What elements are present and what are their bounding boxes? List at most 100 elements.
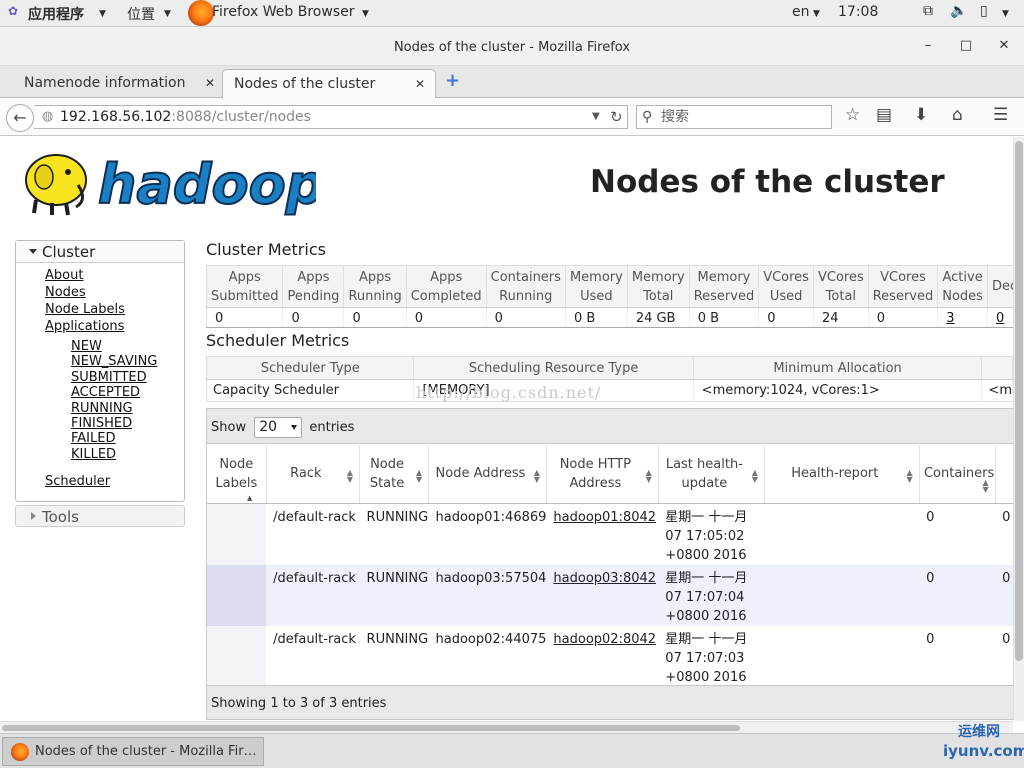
cell-health [764, 626, 919, 687]
menu-icon[interactable]: ☰ [993, 105, 1008, 125]
places-menu[interactable]: 位置 [127, 4, 155, 24]
dropdown-arrow-icon[interactable]: ▼ [592, 106, 600, 128]
taskbar-item-label: Nodes of the cluster - Mozilla Fir… [35, 744, 257, 759]
cell-next: 0 [995, 564, 1013, 626]
sidebar-link-failed[interactable]: FAILED [71, 431, 115, 446]
taskbar-window-item[interactable]: Nodes of the cluster - Mozilla Fir… [2, 737, 264, 766]
sidebar-cluster-header[interactable]: Cluster [16, 241, 184, 263]
browser-app-menu[interactable]: Firefox Web Browser [212, 4, 355, 20]
sidebar-link-finished[interactable]: FINISHED [71, 416, 132, 431]
sidebar-link-node-labels[interactable]: Node Labels [45, 302, 125, 317]
entries-per-page-select[interactable]: 20 [254, 417, 303, 438]
language-indicator[interactable]: en [792, 4, 810, 20]
metric-header: Active Nodes [937, 265, 988, 308]
col-rack[interactable]: Rack ▲ ▼ [266, 445, 361, 504]
sidebar-link-new[interactable]: NEW [71, 339, 102, 354]
vertical-scrollbar[interactable] [1013, 137, 1024, 721]
col-next[interactable] [995, 445, 1013, 504]
sidebar-link-applications[interactable]: Applications [45, 319, 124, 334]
url-path: :8088/cluster/nodes [171, 109, 311, 125]
bookmark-star-icon[interactable]: ☆ [845, 105, 860, 125]
hadoop-logo-image: hadoop [25, 152, 325, 217]
maximize-button[interactable]: □ [958, 38, 974, 53]
cell-node-labels [207, 625, 267, 687]
sidebar-link-killed[interactable]: KILLED [71, 447, 116, 462]
scheduler-metrics-table: Scheduler Type Scheduling Resource Type … [206, 356, 1013, 402]
sidebar-link-nodes[interactable]: Nodes [45, 285, 86, 300]
metric-value: 24 GB [627, 307, 690, 328]
volume-icon[interactable]: 🔈 [950, 3, 967, 19]
col-node-http-address[interactable]: Node HTTP Address ▲ ▼ [546, 445, 659, 504]
sort-icon: ▲ ▼ [645, 468, 652, 484]
tab-bar: Namenode information ✕ Nodes of the clus… [0, 66, 1024, 99]
sidebar-link-about[interactable]: About [45, 268, 83, 283]
cell-next: 0 [1002, 631, 1011, 647]
bookmarks-menu-icon[interactable]: ▤ [876, 105, 892, 125]
sidebar-link-accepted[interactable]: ACCEPTED [71, 385, 140, 400]
new-tab-button[interactable]: + [445, 70, 460, 91]
activities-icon[interactable]: ✿ [8, 4, 18, 18]
col-health-report[interactable]: Health-report ▲ ▼ [764, 445, 920, 504]
url-bar[interactable]: 192.168.56.102:8088/cluster/nodes ◍ ▼ ↻ [34, 105, 628, 129]
decommissioned-nodes-link[interactable]: 0 [996, 311, 1004, 326]
sidebar-link-running[interactable]: RUNNING [71, 401, 133, 416]
cell-node-labels [207, 564, 267, 626]
cell-http: hadoop03:8042 [546, 564, 659, 626]
tab-nodes-of-the-cluster[interactable]: Nodes of the cluster ✕ [222, 69, 436, 99]
chevron-down-icon: ▼ [813, 9, 820, 19]
metric-value-cell: 0 [987, 307, 1013, 328]
close-tab-icon[interactable]: ✕ [205, 76, 215, 90]
hadoop-logo[interactable]: hadoop [16, 145, 325, 217]
vertical-scroll-thumb[interactable] [1015, 141, 1023, 661]
node-http-link[interactable]: hadoop02:8042 [553, 632, 656, 647]
node-http-link[interactable]: hadoop01:8042 [553, 510, 656, 525]
horizontal-scroll-thumb[interactable] [2, 725, 740, 731]
sidebar-link-new-saving[interactable]: NEW_SAVING [71, 354, 157, 369]
active-nodes-link[interactable]: 3 [946, 311, 954, 326]
col-last-health-update[interactable]: Last health-update ▲ ▼ [658, 445, 765, 504]
close-button[interactable]: ✕ [996, 38, 1012, 53]
battery-icon[interactable]: ▯ [980, 3, 988, 19]
table-row: /default-rack RUNNING hadoop01:46869 had… [207, 503, 1013, 565]
node-http-link[interactable]: hadoop03:8042 [553, 571, 656, 586]
home-icon[interactable]: ⌂ [952, 105, 963, 125]
search-input[interactable]: ⚲ 搜索 [636, 105, 832, 129]
close-tab-icon[interactable]: ✕ [415, 77, 425, 91]
scheduler-metrics-heading: Scheduler Metrics [206, 331, 350, 350]
page-title: Nodes of the cluster [590, 164, 945, 200]
entries-per-page-value: 20 [259, 419, 278, 435]
cell-address: hadoop03:57504 [428, 564, 547, 626]
tab-label: Nodes of the cluster [234, 76, 376, 92]
tab-namenode-information[interactable]: Namenode information ✕ [2, 69, 220, 99]
cell-update: 星期一 十一月 07 17:07:04 +0800 2016 [658, 564, 765, 626]
chevron-down-icon[interactable]: ▼ [1002, 9, 1009, 19]
svg-text:hadoop: hadoop [98, 153, 316, 216]
col-node-state[interactable]: Node State ▲ ▼ [359, 445, 430, 504]
download-icon[interactable]: ⬇ [914, 105, 928, 125]
window-icon[interactable]: ⧉ [923, 3, 933, 19]
metric-value: 24 [813, 307, 869, 328]
sort-icon: ▲ ▼ [415, 468, 423, 484]
horizontal-scrollbar[interactable] [0, 721, 1013, 733]
table-row: /default-rack RUNNING hadoop03:57504 had… [207, 564, 1013, 626]
sidebar-link-scheduler[interactable]: Scheduler [45, 474, 110, 489]
scheduler-header [981, 356, 1013, 380]
clock[interactable]: 17:08 [838, 4, 878, 20]
apps-menu[interactable]: 应用程序 [28, 4, 84, 24]
nodes-table: Node Labels ▲ Rack ▲ ▼ Node State ▲ ▼ Node Addr… [207, 445, 1013, 687]
col-node-labels[interactable]: Node Labels ▲ [207, 445, 267, 504]
sidebar-link-submitted[interactable]: SUBMITTED [71, 370, 147, 385]
col-containers[interactable]: Containers ▲ ▼ [919, 445, 996, 504]
cluster-metrics-value-row: 0 0 0 0 0 0 B 24 GB 0 B 0 24 0 3 0 [206, 307, 1013, 328]
sort-icon: ▲ ▼ [533, 468, 540, 484]
globe-icon[interactable]: ◍ [42, 106, 53, 128]
col-node-address[interactable]: Node Address ▲ ▼ [428, 445, 547, 504]
scheduler-value: Capacity Scheduler [206, 379, 415, 402]
sidebar-tools-header[interactable]: Tools [15, 505, 185, 527]
back-button[interactable]: ← [6, 104, 34, 132]
window-title: Nodes of the cluster - Mozilla Firefox [393, 40, 631, 55]
minimize-button[interactable]: – [920, 38, 936, 53]
cell-health [764, 564, 920, 626]
reload-icon[interactable]: ↻ [610, 106, 623, 128]
page-content: hadoop Nodes of the cluster Cluster Abou… [0, 137, 1013, 721]
